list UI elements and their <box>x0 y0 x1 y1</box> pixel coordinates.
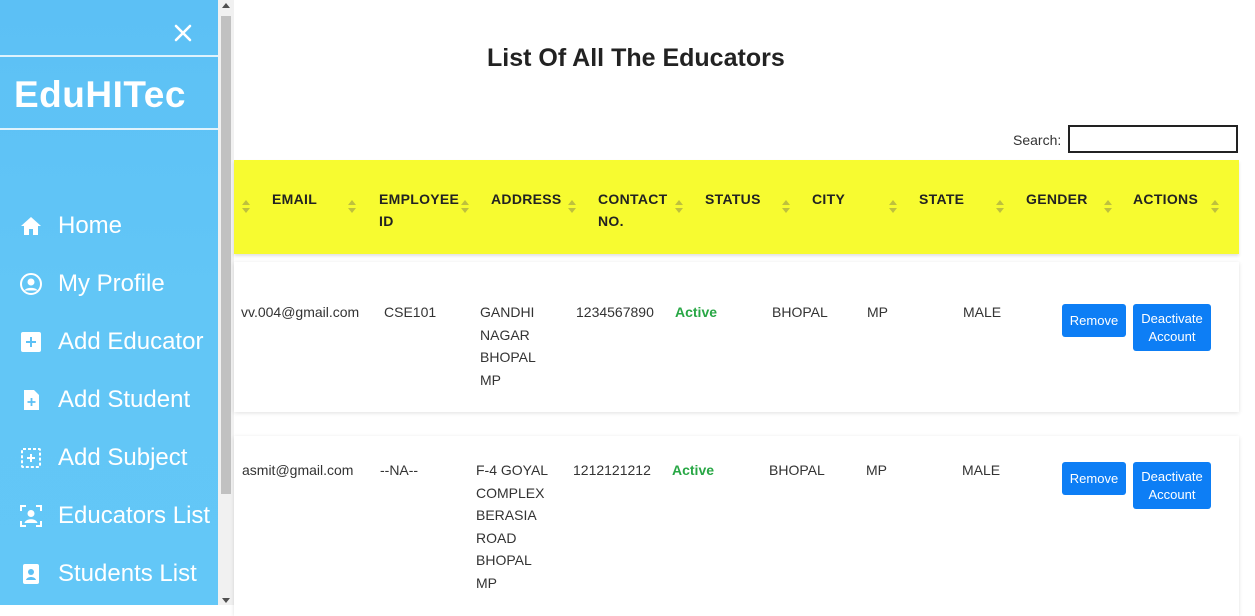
sidebar-item-add-subject[interactable]: Add Subject <box>0 436 218 480</box>
cell-email: vv.004@gmail.com <box>241 304 360 320</box>
user-circle-icon <box>19 272 43 296</box>
address-line: BERASIA <box>476 507 537 523</box>
search-label: Search: <box>1013 132 1062 148</box>
cell-email: asmit@gmail.com <box>242 462 354 478</box>
sidebar-item-label: Add Educator <box>58 328 204 355</box>
page-title: List Of All The Educators <box>487 44 785 72</box>
status-badge: Active <box>675 304 718 320</box>
sidebar-item-my-profile[interactable]: My Profile <box>0 262 218 306</box>
remove-button[interactable]: Remove <box>1062 462 1126 495</box>
column-header-contact[interactable]: CONTACT NO. <box>598 188 678 232</box>
sidebar: EduHITec Home My Profile Add Educator Ad… <box>0 0 218 605</box>
close-icon[interactable] <box>168 18 198 48</box>
column-header-status[interactable]: STATUS <box>705 188 761 210</box>
plus-square-icon <box>19 330 43 354</box>
home-icon <box>19 214 43 238</box>
address-line: MP <box>476 574 497 591</box>
divider <box>0 128 218 130</box>
cell-city: BHOPAL <box>769 462 825 478</box>
address-line: BHOPAL <box>476 552 532 568</box>
sidebar-item-students-list[interactable]: Students List <box>0 552 218 596</box>
status-badge: Active <box>672 462 715 478</box>
cell-gender: MALE <box>963 304 1002 320</box>
sort-icon[interactable] <box>782 200 790 214</box>
sidebar-item-label: Students List <box>58 560 197 587</box>
scroll-up-arrow-icon[interactable] <box>222 3 230 8</box>
user-badge-icon <box>19 562 43 586</box>
cell-state: MP <box>867 304 888 320</box>
sidebar-item-add-educator[interactable]: Add Educator <box>0 320 218 364</box>
sort-icon[interactable] <box>348 200 356 214</box>
cell-employee-id: --NA-- <box>380 462 419 478</box>
cell-state: MP <box>866 462 887 478</box>
cell-contact: 1234567890 <box>576 304 654 320</box>
column-header-state[interactable]: STATE <box>919 188 964 210</box>
cell-gender: MALE <box>962 462 1001 478</box>
column-header-actions[interactable]: ACTIONS <box>1133 188 1198 210</box>
cell-contact: 1212121212 <box>573 462 651 478</box>
brand-logo-text[interactable]: EduHITec <box>14 74 186 116</box>
file-plus-icon <box>19 388 43 412</box>
address-line: MP <box>480 371 501 388</box>
scroll-down-arrow-icon[interactable] <box>222 598 230 603</box>
user-scan-icon <box>19 504 43 528</box>
sidebar-item-home[interactable]: Home <box>0 204 218 248</box>
sidebar-item-label: Add Subject <box>58 444 188 471</box>
sort-icon[interactable] <box>1104 200 1112 214</box>
search-input[interactable] <box>1068 125 1238 153</box>
cell-address: GANDHI NAGAR BHOPAL MP <box>480 301 536 391</box>
sort-icon[interactable] <box>675 200 683 214</box>
address-line: BHOPAL <box>480 349 536 365</box>
sidebar-item-label: Add Student <box>58 386 191 413</box>
cell-city: BHOPAL <box>772 304 828 320</box>
sort-icon[interactable] <box>889 200 897 214</box>
address-line: NAGAR <box>480 326 530 343</box>
sort-icon[interactable] <box>242 200 250 214</box>
address-line: COMPLEX <box>476 484 545 501</box>
cell-employee-id: CSE101 <box>384 304 437 320</box>
column-header-email[interactable]: EMAIL <box>272 188 317 210</box>
sidebar-item-educators-list[interactable]: Educators List <box>0 494 218 538</box>
deactivate-account-button[interactable]: Deactivate Account <box>1133 462 1211 509</box>
sort-icon[interactable] <box>996 200 1004 214</box>
table-row: vv.004@gmail.com CSE101 GANDHI NAGAR BHO… <box>234 262 1239 412</box>
sidebar-item-label: Educators List <box>58 502 211 529</box>
sidebar-item-add-student[interactable]: Add Student <box>0 378 218 422</box>
sort-icon[interactable] <box>461 200 469 214</box>
table-header: EMAIL EMPLOYEE ID ADDRESS CONTACT NO. ST… <box>234 160 1239 254</box>
deactivate-account-button[interactable]: Deactivate Account <box>1133 304 1211 351</box>
column-header-gender[interactable]: GENDER <box>1026 188 1088 210</box>
dashed-plus-icon <box>19 446 43 470</box>
address-line: GANDHI <box>480 304 535 320</box>
column-header-address[interactable]: ADDRESS <box>491 188 562 210</box>
sidebar-item-label: Home <box>58 212 123 239</box>
remove-button[interactable]: Remove <box>1062 304 1126 337</box>
column-header-employee-id[interactable]: EMPLOYEE ID <box>379 188 464 232</box>
cell-address: F-4 GOYAL COMPLEX BERASIA ROAD BHOPAL MP <box>476 459 548 594</box>
divider <box>0 55 218 57</box>
address-line: F-4 GOYAL <box>476 462 549 478</box>
column-header-city[interactable]: CITY <box>812 188 845 210</box>
sort-icon[interactable] <box>1211 200 1219 214</box>
table-row: asmit@gmail.com --NA-- F-4 GOYAL COMPLEX… <box>234 436 1239 616</box>
address-line: ROAD <box>476 529 517 546</box>
sidebar-item-label: My Profile <box>58 270 165 297</box>
sort-icon[interactable] <box>568 200 576 214</box>
scrollbar-thumb[interactable] <box>221 16 231 494</box>
